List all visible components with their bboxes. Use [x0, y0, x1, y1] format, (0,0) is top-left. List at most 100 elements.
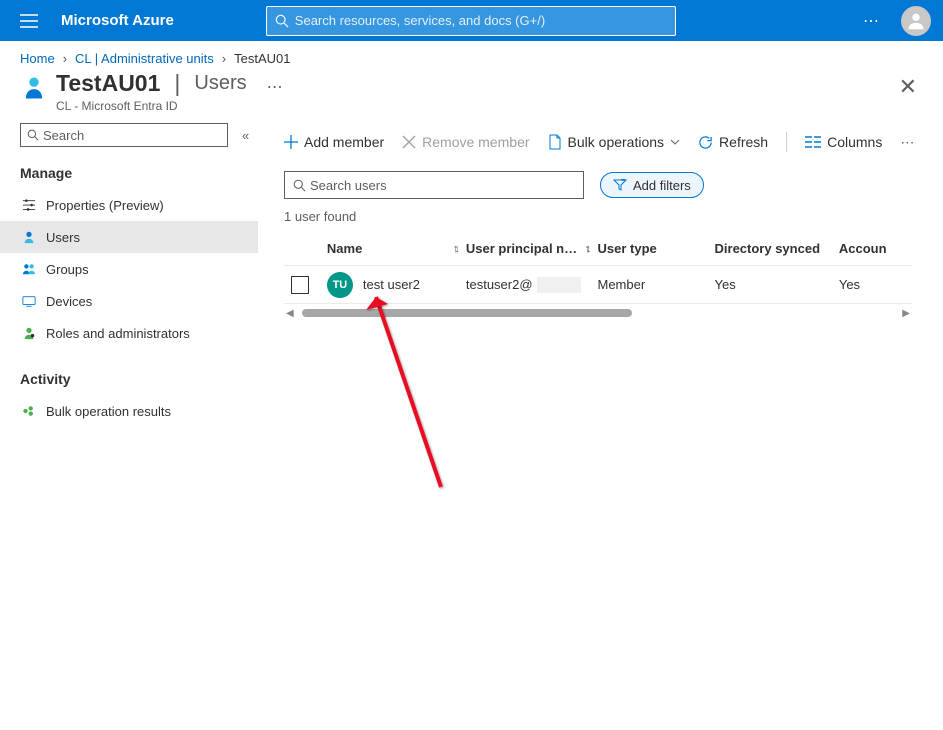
main-content: Add member Remove member Bulk operations… — [258, 123, 943, 427]
directory-synced-value: Yes — [715, 277, 736, 292]
user-type-value: Member — [598, 277, 646, 292]
add-member-button[interactable]: Add member — [284, 134, 384, 150]
sidebar-item-roles[interactable]: Roles and administrators — [20, 317, 258, 349]
page-subtitle: CL - Microsoft Entra ID — [56, 99, 899, 113]
global-search[interactable] — [266, 6, 676, 36]
refresh-button[interactable]: Refresh — [698, 134, 768, 150]
refresh-icon — [698, 135, 713, 150]
title-separator: | — [174, 70, 180, 97]
admin-icon — [22, 326, 36, 340]
breadcrumb: Home › CL | Administrative units › TestA… — [0, 41, 943, 70]
bulk-operations-dropdown[interactable]: Bulk operations — [548, 134, 681, 150]
sidebar-item-label: Devices — [46, 294, 92, 309]
column-directory-synced[interactable]: Directory synced — [715, 241, 839, 256]
column-account[interactable]: Accoun — [839, 241, 912, 256]
sidebar: « Manage Properties (Preview) Users Grou… — [0, 123, 258, 427]
column-label: Name — [327, 241, 362, 256]
sidebar-item-users[interactable]: Users — [0, 221, 258, 253]
results-icon — [22, 404, 36, 418]
add-filters-button[interactable]: Add filters — [600, 172, 704, 198]
page-header: TestAU01 | Users ⋯ CL - Microsoft Entra … — [0, 70, 943, 123]
column-user-type[interactable]: User type — [598, 241, 715, 256]
user-search[interactable] — [284, 171, 584, 199]
hamburger-menu[interactable] — [8, 0, 49, 41]
azure-top-bar: Microsoft Azure ⋯ — [0, 0, 943, 41]
column-label: Directory synced — [715, 241, 821, 256]
breadcrumb-level1[interactable]: CL | Administrative units — [75, 51, 214, 66]
column-label: User principal n… — [466, 241, 577, 256]
toolbar: Add member Remove member Bulk operations… — [284, 123, 943, 161]
scroll-right-arrow[interactable]: ▶ — [900, 308, 912, 319]
device-icon — [22, 294, 36, 308]
toolbar-label: Remove member — [422, 134, 529, 150]
sidebar-item-groups[interactable]: Groups — [20, 253, 258, 285]
sidebar-item-label: Roles and administrators — [46, 326, 190, 341]
sidebar-item-label: Properties (Preview) — [46, 198, 164, 213]
scroll-thumb[interactable] — [302, 309, 632, 317]
sidebar-item-bulk-results[interactable]: Bulk operation results — [20, 395, 258, 427]
search-icon — [27, 129, 39, 141]
chevron-down-icon — [670, 139, 680, 145]
search-icon — [275, 14, 289, 28]
title-more-icon[interactable]: ⋯ — [267, 77, 285, 97]
sort-icon[interactable]: ↑↓ — [453, 243, 456, 255]
columns-button[interactable]: Columns — [805, 134, 882, 150]
groups-icon — [22, 262, 36, 276]
user-search-input[interactable] — [310, 178, 575, 193]
upn-value: testuser2@ — [466, 277, 533, 292]
users-table: Name ↑↓ User principal n… ↑↓ User type D… — [284, 232, 912, 320]
table-row[interactable]: TU test user2 testuser2@ Member Yes Yes — [284, 266, 912, 304]
toolbar-label: Bulk operations — [568, 134, 665, 150]
toolbar-label: Columns — [827, 134, 882, 150]
table-header-row: Name ↑↓ User principal n… ↑↓ User type D… — [284, 232, 912, 266]
user-icon — [22, 230, 36, 244]
sidebar-search-input[interactable] — [43, 128, 221, 143]
top-more-icon[interactable]: ⋯ — [857, 11, 887, 31]
plus-icon — [284, 135, 298, 149]
remove-member-button: Remove member — [402, 134, 529, 150]
toolbar-more-icon[interactable]: ⋯ — [900, 134, 916, 151]
user-avatar[interactable] — [901, 6, 931, 36]
sliders-icon — [22, 198, 36, 212]
x-icon — [402, 135, 416, 149]
results-count: 1 user found — [284, 209, 943, 224]
user-name[interactable]: test user2 — [363, 277, 420, 292]
global-search-input[interactable] — [295, 13, 667, 28]
sidebar-item-devices[interactable]: Devices — [20, 285, 258, 317]
column-name[interactable]: Name ↑↓ — [317, 241, 466, 256]
breadcrumb-home[interactable]: Home — [20, 51, 55, 66]
row-checkbox[interactable] — [291, 276, 309, 294]
sidebar-item-label: Bulk operation results — [46, 404, 171, 419]
user-initials-avatar: TU — [327, 272, 353, 298]
column-upn[interactable]: User principal n… ↑↓ — [466, 241, 598, 256]
toolbar-label: Add member — [304, 134, 384, 150]
chevron-right-icon: › — [63, 51, 67, 66]
column-label: Accoun — [839, 241, 887, 256]
columns-icon — [805, 136, 821, 148]
brand-title[interactable]: Microsoft Azure — [61, 12, 174, 29]
toolbar-label: Refresh — [719, 134, 768, 150]
sort-icon[interactable]: ↑↓ — [585, 243, 588, 255]
horizontal-scrollbar[interactable]: ◀ ▶ — [284, 306, 912, 320]
scroll-left-arrow[interactable]: ◀ — [284, 308, 296, 319]
page-title: TestAU01 — [56, 70, 160, 97]
close-blade-button[interactable]: ✕ — [899, 74, 923, 100]
breadcrumb-current: TestAU01 — [234, 51, 290, 66]
sidebar-item-label: Users — [46, 230, 80, 245]
chevron-right-icon: › — [222, 51, 226, 66]
sidebar-heading-activity: Activity — [20, 371, 258, 387]
admin-unit-icon — [20, 74, 48, 102]
search-icon — [293, 179, 306, 192]
document-icon — [548, 134, 562, 150]
add-filters-label: Add filters — [633, 178, 691, 193]
filter-icon — [613, 179, 627, 191]
toolbar-separator — [786, 132, 787, 152]
sidebar-search[interactable] — [20, 123, 228, 147]
account-value: Yes — [839, 277, 860, 292]
sidebar-heading-manage: Manage — [20, 165, 258, 181]
column-label: User type — [598, 241, 657, 256]
collapse-sidebar-button[interactable]: « — [242, 128, 249, 143]
sidebar-item-label: Groups — [46, 262, 89, 277]
page-section: Users — [194, 72, 246, 95]
sidebar-item-properties[interactable]: Properties (Preview) — [20, 189, 258, 221]
